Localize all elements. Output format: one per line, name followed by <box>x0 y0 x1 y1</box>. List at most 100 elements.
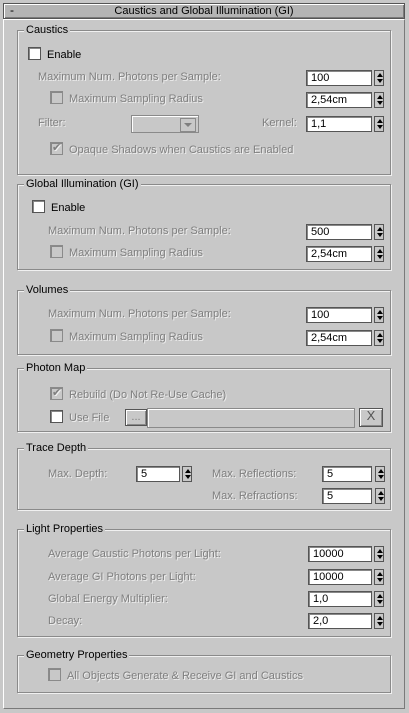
caustics-kernel-label: Kernel: <box>262 117 297 129</box>
max-refractions-spinner[interactable]: 5 <box>322 488 386 504</box>
volumes-max-photons-spinner[interactable]: 100 <box>306 307 386 323</box>
caustics-enable-checkbox[interactable] <box>28 47 41 60</box>
rollout-title: Caustics and Global Illumination (GI) <box>114 5 294 17</box>
spinner-arrows-icon[interactable] <box>374 246 384 262</box>
volumes-max-radius: Maximum Sampling Radius <box>50 329 203 345</box>
geometry-properties-group-title: Geometry Properties <box>24 648 130 662</box>
max-refractions-label: Max. Refractions: <box>212 490 298 502</box>
spinner-arrows-icon[interactable] <box>374 116 384 132</box>
global-energy-spinner[interactable]: 1,0 <box>308 591 386 607</box>
photon-map-use-file[interactable]: Use File <box>50 410 109 426</box>
use-file-label: Use File <box>69 412 110 424</box>
caustics-max-photons-input[interactable]: 100 <box>306 70 372 86</box>
checkmark-icon: ✔ <box>52 387 62 399</box>
spinner-arrows-icon[interactable] <box>374 92 384 108</box>
photon-map-rebuild: ✔ Rebuild (Do Not Re-Use Cache) <box>50 387 226 403</box>
avg-caustic-photons-label: Average Caustic Photons per Light: <box>48 548 221 560</box>
opaque-shadows-label: Opaque Shadows when Caustics are Enabled <box>69 144 294 156</box>
decay-label: Decay: <box>48 615 83 627</box>
caustics-filter-dropdown[interactable] <box>131 115 199 133</box>
caustics-max-photons-label: Maximum Num. Photons per Sample: <box>38 71 221 83</box>
caustics-max-radius-label: Maximum Sampling Radius <box>69 93 203 105</box>
geometry-properties-group: Geometry Properties All Objects Generate… <box>17 648 391 693</box>
gi-max-photons-label: Maximum Num. Photons per Sample: <box>48 225 231 237</box>
browse-file-button[interactable]: ... <box>125 409 147 426</box>
spinner-arrows-icon[interactable] <box>374 569 384 585</box>
spinner-arrows-icon[interactable] <box>375 466 385 482</box>
opaque-shadows-checkbox: ✔ <box>50 142 63 155</box>
checkmark-icon: ✔ <box>52 142 62 154</box>
spinner-arrows-icon[interactable] <box>374 330 384 346</box>
spinner-arrows-icon[interactable] <box>374 224 384 240</box>
volumes-group: Volumes Maximum Num. Photons per Sample:… <box>17 283 391 355</box>
volumes-max-radius-checkbox <box>50 329 63 342</box>
rebuild-label: Rebuild (Do Not Re-Use Cache) <box>69 389 227 401</box>
trace-depth-group-title: Trace Depth <box>24 441 89 455</box>
spinner-arrows-icon[interactable] <box>374 613 384 629</box>
caustics-max-radius-spinner[interactable]: 2,54cm <box>306 92 386 108</box>
caustics-max-radius: Maximum Sampling Radius <box>50 91 203 107</box>
max-reflections-input[interactable]: 5 <box>322 466 372 482</box>
gi-max-radius-spinner[interactable]: 2,54cm <box>306 246 386 262</box>
gi-max-radius-input[interactable]: 2,54cm <box>306 246 372 262</box>
all-objects-gi: All Objects Generate & Receive GI and Ca… <box>48 668 303 684</box>
clear-file-button[interactable]: X <box>359 408 383 427</box>
caustics-enable-label: Enable <box>47 49 82 61</box>
volumes-max-photons-label: Maximum Num. Photons per Sample: <box>48 308 231 320</box>
global-energy-label: Global Energy Multiplier: <box>48 593 168 605</box>
avg-caustic-photons-input[interactable]: 10000 <box>308 546 372 562</box>
volumes-max-radius-spinner[interactable]: 2,54cm <box>306 330 386 346</box>
caustics-max-radius-input[interactable]: 2,54cm <box>306 92 372 108</box>
trace-depth-group: Trace Depth Max. Depth: 5 Max. Reflectio… <box>17 441 391 510</box>
global-energy-input[interactable]: 1,0 <box>308 591 372 607</box>
caustics-kernel-spinner[interactable]: 1,1 <box>306 116 386 132</box>
caustics-group-title: Caustics <box>24 23 71 37</box>
spinner-arrows-icon[interactable] <box>374 546 384 562</box>
caustics-enable[interactable]: Enable <box>28 47 81 63</box>
max-refractions-input[interactable]: 5 <box>322 488 372 504</box>
avg-gi-photons-label: Average GI Photons per Light: <box>48 571 196 583</box>
all-objects-checkbox <box>48 668 61 681</box>
max-reflections-label: Max. Reflections: <box>212 468 297 480</box>
max-depth-label: Max. Depth: <box>48 468 108 480</box>
avg-gi-photons-input[interactable]: 10000 <box>308 569 372 585</box>
spinner-arrows-icon[interactable] <box>374 307 384 323</box>
spinner-arrows-icon[interactable] <box>374 70 384 86</box>
photon-file-field[interactable] <box>147 408 355 428</box>
gi-group-title: Global Illumination (GI) <box>24 177 141 191</box>
chevron-down-icon[interactable] <box>180 118 196 132</box>
avg-gi-photons-spinner[interactable]: 10000 <box>308 569 386 585</box>
decay-input[interactable]: 2,0 <box>308 613 372 629</box>
photon-map-group-title: Photon Map <box>24 361 88 375</box>
caustics-filter-label: Filter: <box>38 117 66 129</box>
spinner-arrows-icon[interactable] <box>374 591 384 607</box>
decay-spinner[interactable]: 2,0 <box>308 613 386 629</box>
caustics-kernel-input[interactable]: 1,1 <box>306 116 372 132</box>
gi-max-photons-input[interactable]: 500 <box>306 224 372 240</box>
caustics-opaque-shadows: ✔ Opaque Shadows when Caustics are Enable… <box>50 142 293 158</box>
volumes-max-photons-input[interactable]: 100 <box>306 307 372 323</box>
spinner-arrows-icon[interactable] <box>182 466 192 482</box>
max-depth-input[interactable]: 5 <box>136 466 180 482</box>
spinner-arrows-icon[interactable] <box>375 488 385 504</box>
light-properties-group: Light Properties Average Caustic Photons… <box>17 522 391 637</box>
gi-max-radius-checkbox <box>50 245 63 258</box>
rebuild-checkbox: ✔ <box>50 387 63 400</box>
gi-max-photons-spinner[interactable]: 500 <box>306 224 386 240</box>
volumes-group-title: Volumes <box>24 283 71 297</box>
gi-enable-checkbox[interactable] <box>32 200 45 213</box>
max-reflections-spinner[interactable]: 5 <box>322 466 386 482</box>
max-depth-spinner[interactable]: 5 <box>136 466 194 482</box>
gi-group: Global Illumination (GI) Enable Maximum … <box>17 177 391 270</box>
gi-max-radius-label: Maximum Sampling Radius <box>69 247 203 259</box>
caustics-max-photons-spinner[interactable]: 100 <box>306 70 386 86</box>
use-file-checkbox[interactable] <box>50 410 63 423</box>
all-objects-label: All Objects Generate & Receive GI and Ca… <box>67 670 303 682</box>
rollout-header[interactable]: - Caustics and Global Illumination (GI) <box>3 3 405 19</box>
photon-map-group: Photon Map ✔ Rebuild (Do Not Re-Use Cache… <box>17 361 391 432</box>
volumes-max-radius-input[interactable]: 2,54cm <box>306 330 372 346</box>
gi-enable[interactable]: Enable <box>32 200 85 216</box>
avg-caustic-photons-spinner[interactable]: 10000 <box>308 546 386 562</box>
caustics-max-radius-checkbox <box>50 91 63 104</box>
gi-enable-label: Enable <box>51 202 86 214</box>
